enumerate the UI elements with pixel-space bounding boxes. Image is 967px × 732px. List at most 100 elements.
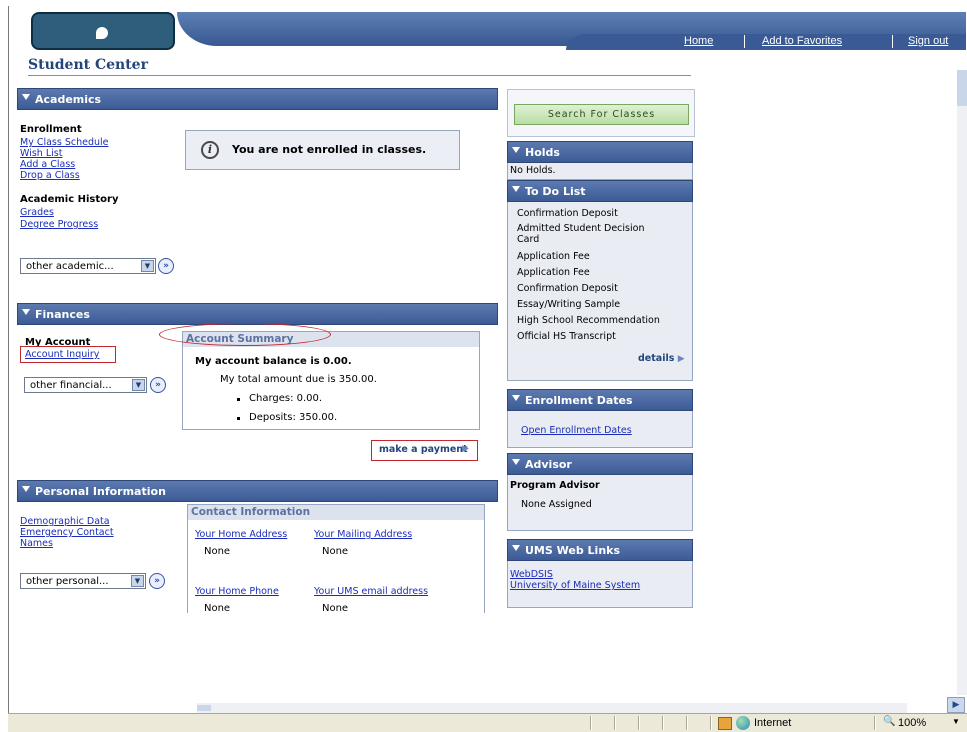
make-payment-label: make a payment bbox=[379, 444, 468, 455]
header-separator bbox=[892, 35, 893, 48]
todo-item: Card bbox=[517, 234, 540, 245]
todo-details-link[interactable]: details ▶ bbox=[638, 353, 685, 364]
home-address-value: None bbox=[204, 546, 231, 557]
finances-header[interactable]: Finances bbox=[17, 303, 498, 325]
enrollment-label: Enrollment bbox=[20, 124, 82, 135]
status-separator bbox=[662, 716, 664, 730]
horizontal-scrollbar[interactable] bbox=[197, 703, 907, 713]
drop-a-class-link[interactable]: Drop a Class bbox=[20, 170, 80, 181]
ums-web-links-panel: UMS Web Links WebDSIS University of Main… bbox=[507, 539, 693, 608]
scroll-thumb[interactable] bbox=[197, 705, 211, 711]
deposits-text: Deposits: 350.00. bbox=[249, 412, 338, 423]
other-academic-select[interactable]: other academic... ▼ bbox=[20, 258, 156, 274]
chevron-down-icon: ▼ bbox=[132, 379, 145, 391]
personal-info-header[interactable]: Personal Information bbox=[17, 480, 498, 502]
home-phone-value: None bbox=[204, 603, 231, 613]
zoom-level[interactable]: 100% bbox=[898, 717, 926, 729]
bullet bbox=[237, 417, 240, 420]
add-to-favorites-link[interactable]: Add to Favorites bbox=[762, 35, 842, 47]
todo-panel: To Do List Confirmation Deposit Admitted… bbox=[507, 180, 693, 381]
browser-content: MaineStreet Home Add to Favorites Sign o… bbox=[8, 6, 966, 713]
sign-out-link[interactable]: Sign out bbox=[908, 35, 948, 47]
go-personal-button[interactable]: » bbox=[149, 573, 165, 589]
mainestreet-logo[interactable]: MaineStreet bbox=[31, 12, 179, 77]
todo-item: Application Fee bbox=[517, 267, 590, 278]
advisor-header[interactable]: Advisor bbox=[507, 453, 693, 475]
add-a-class-link[interactable]: Add a Class bbox=[20, 159, 75, 170]
info-icon: i bbox=[201, 141, 219, 159]
todo-item: Confirmation Deposit bbox=[517, 283, 618, 294]
go-academic-button[interactable]: » bbox=[158, 258, 174, 274]
arrow-right-icon: ▶ bbox=[677, 354, 685, 364]
ums-web-links-header[interactable]: UMS Web Links bbox=[507, 539, 693, 561]
not-enrolled-text: You are not enrolled in classes. bbox=[232, 143, 427, 156]
scroll-right-button[interactable]: ▶ bbox=[947, 697, 965, 713]
status-separator bbox=[590, 716, 592, 730]
wish-list-link[interactable]: Wish List bbox=[20, 148, 62, 159]
select-value: other personal... bbox=[26, 576, 109, 587]
mailing-address-link[interactable]: Your Mailing Address bbox=[314, 529, 412, 540]
charges-text: Charges: 0.00. bbox=[249, 393, 323, 404]
search-for-classes-button[interactable]: Search For Classes bbox=[514, 104, 689, 125]
scroll-thumb[interactable] bbox=[957, 70, 967, 106]
advisor-value: None Assigned bbox=[521, 499, 592, 510]
chevron-down-icon[interactable]: ▼ bbox=[952, 717, 960, 726]
account-summary-panel: Account Summary My account balance is 0.… bbox=[182, 331, 480, 430]
home-address-link[interactable]: Your Home Address bbox=[195, 529, 287, 540]
todo-header[interactable]: To Do List bbox=[507, 180, 693, 202]
todo-item: Admitted Student Decision bbox=[517, 223, 645, 234]
globe-icon bbox=[736, 716, 750, 730]
header-links: Home Add to Favorites Sign out bbox=[566, 34, 966, 50]
emergency-contact-link[interactable]: Emergency Contact bbox=[20, 527, 114, 538]
status-separator bbox=[686, 716, 688, 730]
todo-item: Essay/Writing Sample bbox=[517, 299, 621, 310]
security-lock-icon bbox=[718, 717, 732, 730]
webdsis-link[interactable]: WebDSIS bbox=[510, 569, 553, 580]
enrollment-dates-header[interactable]: Enrollment Dates bbox=[507, 389, 693, 411]
enrollment-dates-panel: Enrollment Dates Open Enrollment Dates bbox=[507, 389, 693, 448]
other-financial-select[interactable]: other financial... ▼ bbox=[24, 377, 147, 393]
highlight-box bbox=[20, 346, 116, 363]
email-link[interactable]: Your UMS email address bbox=[314, 586, 428, 597]
browser-status-bar: Internet 🔍 100% ▼ bbox=[8, 713, 967, 732]
degree-progress-link[interactable]: Degree Progress bbox=[20, 219, 98, 230]
other-personal-select[interactable]: other personal... ▼ bbox=[20, 573, 146, 589]
home-link[interactable]: Home bbox=[684, 35, 713, 47]
email-value: None bbox=[322, 603, 349, 613]
holds-panel: Holds No Holds. bbox=[507, 141, 693, 180]
academics-header[interactable]: Academics bbox=[17, 88, 498, 110]
todo-item: Application Fee bbox=[517, 251, 590, 262]
grades-link[interactable]: Grades bbox=[20, 207, 54, 218]
holds-header[interactable]: Holds bbox=[507, 141, 693, 163]
academic-history-label: Academic History bbox=[20, 194, 119, 205]
status-separator bbox=[710, 716, 712, 730]
balance-text: My account balance is 0.00. bbox=[195, 356, 352, 367]
home-phone-link[interactable]: Your Home Phone bbox=[195, 586, 279, 597]
vertical-scrollbar[interactable] bbox=[957, 70, 967, 695]
names-link[interactable]: Names bbox=[20, 538, 53, 549]
holds-text: No Holds. bbox=[510, 165, 556, 176]
logo-mark-icon bbox=[95, 26, 108, 39]
university-of-maine-system-link[interactable]: University of Maine System bbox=[510, 580, 640, 591]
bullet bbox=[237, 398, 240, 401]
my-class-schedule-link[interactable]: My Class Schedule bbox=[20, 137, 109, 148]
open-enrollment-dates-link[interactable]: Open Enrollment Dates bbox=[521, 425, 632, 436]
chevron-down-icon: ▼ bbox=[141, 260, 154, 272]
todo-item: High School Recommendation bbox=[517, 315, 660, 326]
zoom-icon: 🔍 bbox=[883, 716, 896, 727]
chevron-down-icon: ▼ bbox=[131, 575, 144, 587]
todo-item: Confirmation Deposit bbox=[517, 208, 618, 219]
enrollment-message: i You are not enrolled in classes. bbox=[185, 130, 460, 170]
go-financial-button[interactable]: » bbox=[150, 377, 166, 393]
make-payment-button[interactable]: make a payment ▶ bbox=[371, 440, 478, 461]
title-divider bbox=[28, 75, 691, 76]
mailing-address-value: None bbox=[322, 546, 349, 557]
demographic-data-link[interactable]: Demographic Data bbox=[20, 516, 110, 527]
total-due-text: My total amount due is 350.00. bbox=[220, 374, 377, 385]
contact-info-title: Contact Information bbox=[188, 505, 484, 520]
select-value: other financial... bbox=[30, 380, 112, 391]
todo-item: Official HS Transcript bbox=[517, 331, 616, 342]
header-separator bbox=[744, 35, 745, 48]
contact-info-panel: Contact Information Your Home Address No… bbox=[187, 504, 485, 613]
status-separator bbox=[874, 716, 876, 730]
